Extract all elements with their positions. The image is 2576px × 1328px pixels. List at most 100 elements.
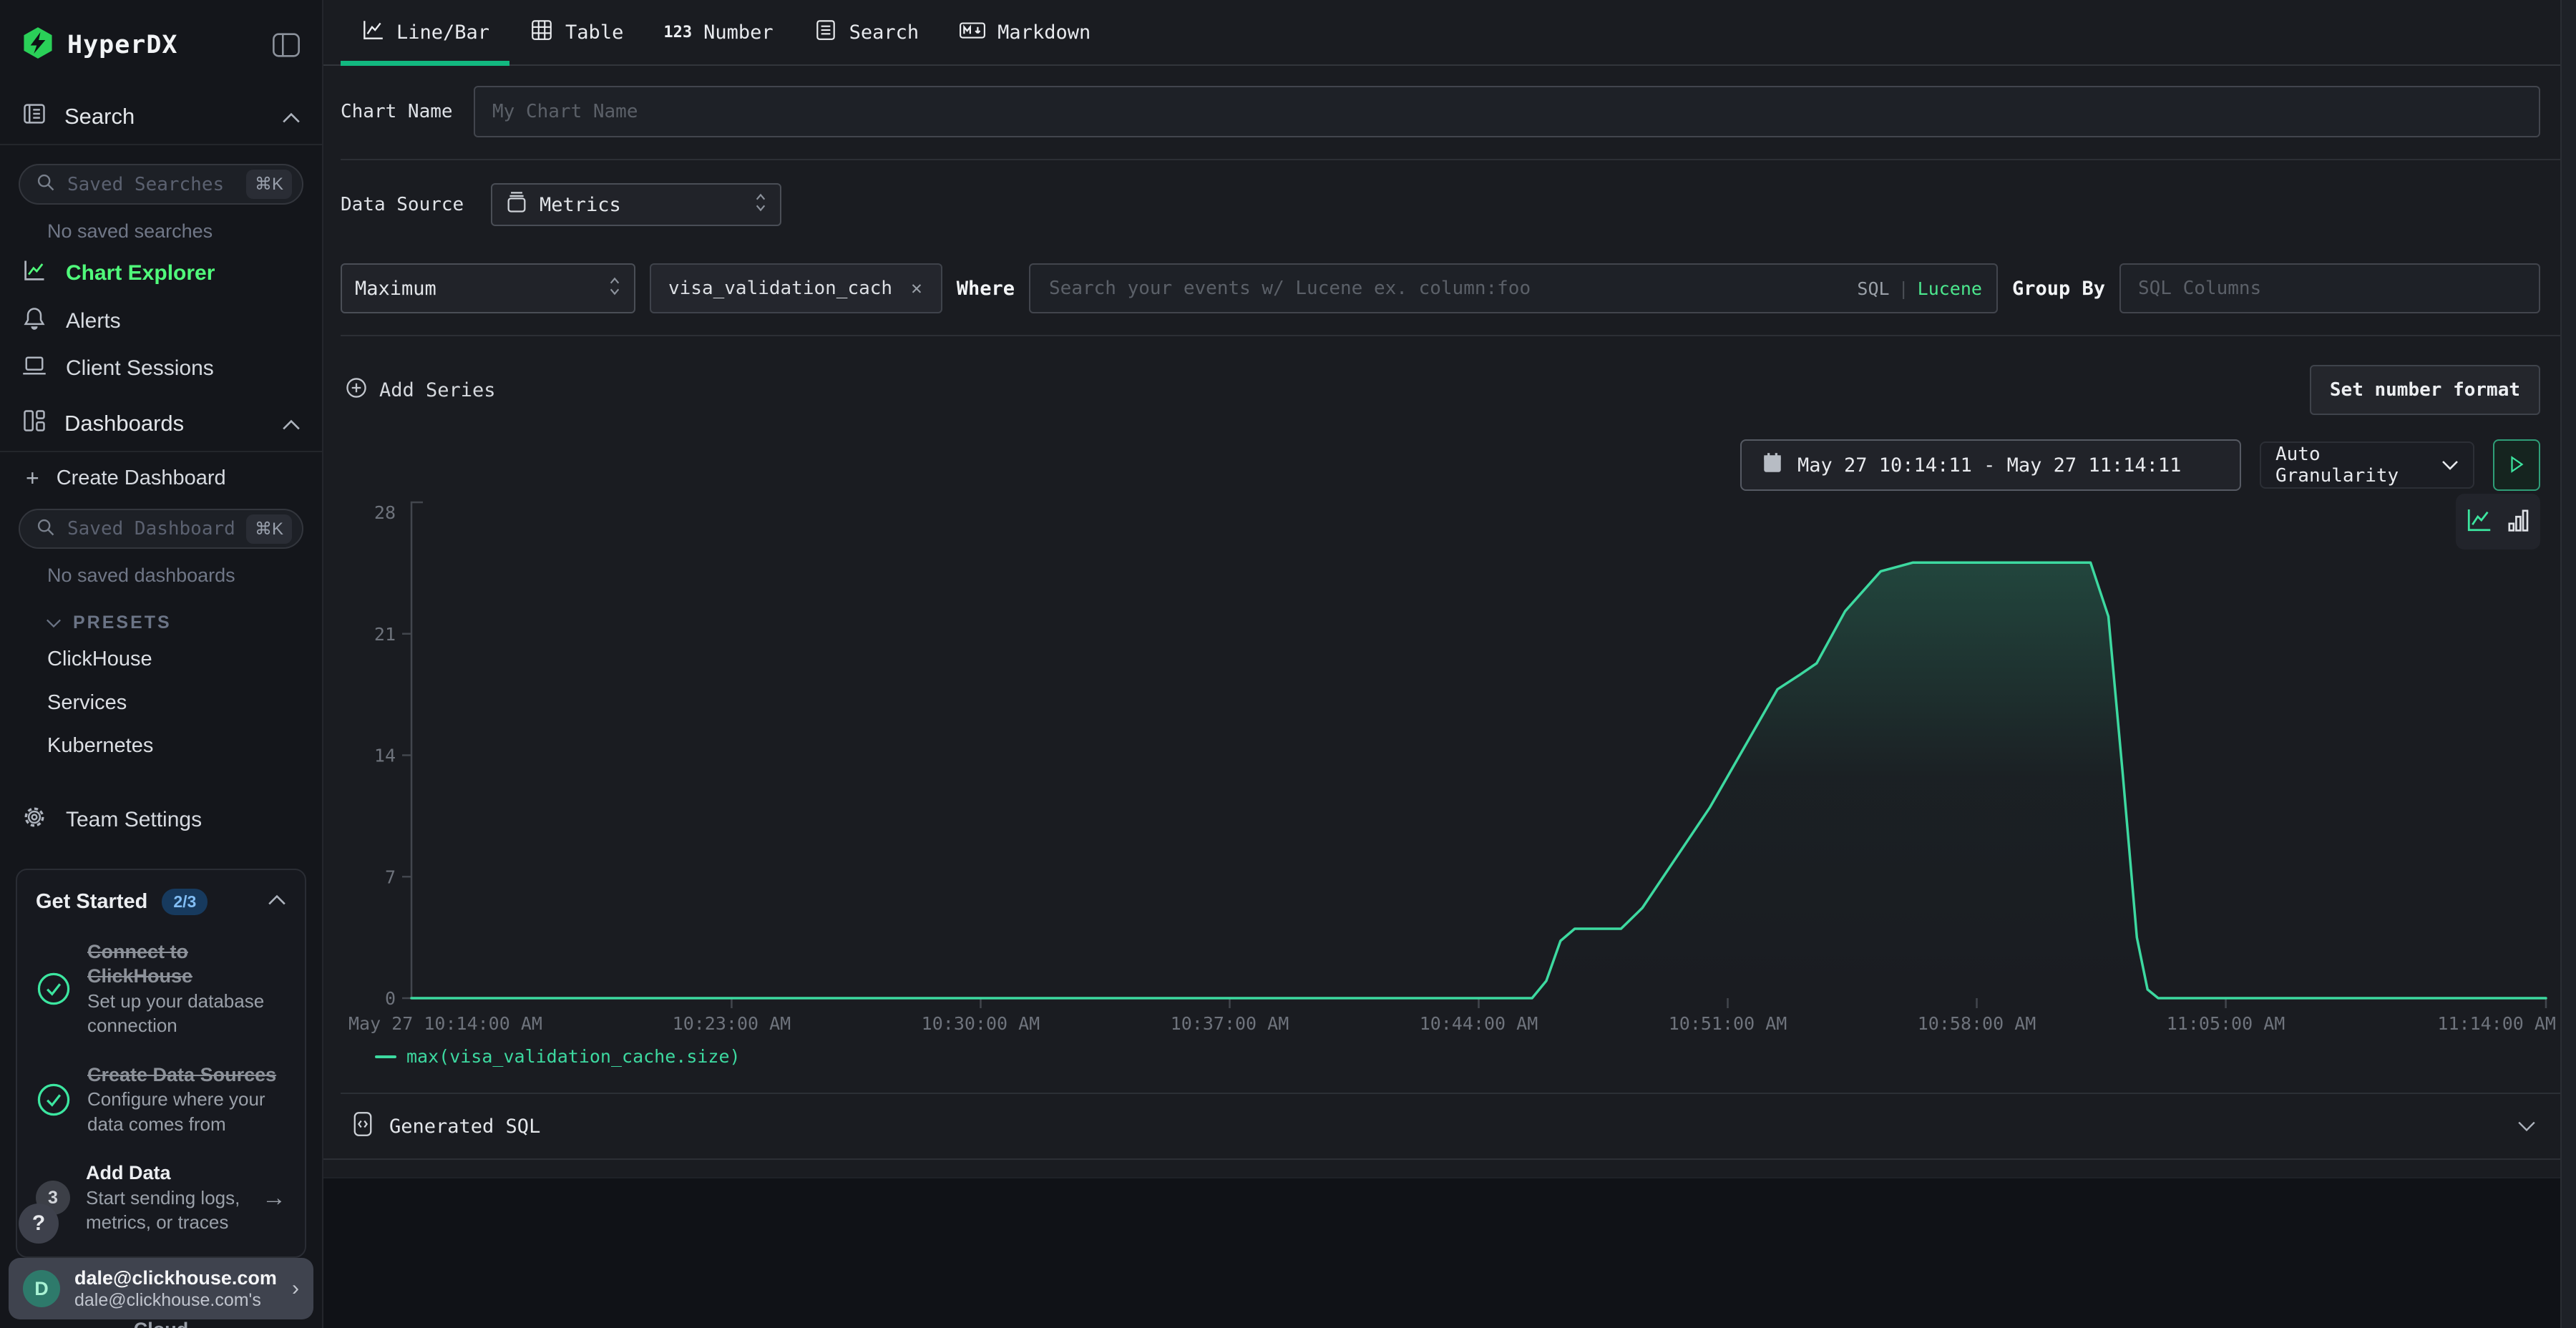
check-circle-icon bbox=[36, 1082, 72, 1118]
markdown-icon bbox=[959, 18, 986, 47]
remove-metric-icon[interactable]: ✕ bbox=[907, 277, 927, 300]
get-started-step-datasources[interactable]: Create Data Sources Configure where your… bbox=[36, 1063, 286, 1137]
search-section-icon bbox=[21, 101, 47, 132]
bar-chart-toggle-icon[interactable] bbox=[2506, 506, 2532, 537]
data-source-select[interactable]: Metrics bbox=[491, 183, 781, 226]
gear-icon bbox=[21, 804, 47, 836]
add-series-label: Add Series bbox=[379, 379, 496, 401]
create-dashboard-button[interactable]: + Create Dashboard bbox=[0, 452, 322, 504]
search-section-label: Search bbox=[64, 104, 265, 130]
kbd-shortcut: ⌘K bbox=[246, 170, 292, 199]
svg-text:28: 28 bbox=[374, 502, 396, 523]
saved-dashboards-input[interactable] bbox=[66, 517, 236, 540]
aggregation-select[interactable]: Maximum bbox=[341, 263, 635, 313]
number-123-icon: 123 bbox=[663, 24, 692, 42]
svg-text:May 27 10:14:00 AM: May 27 10:14:00 AM bbox=[348, 1013, 542, 1034]
line-chart-toggle-icon[interactable] bbox=[2464, 506, 2493, 537]
chart-name-label: Chart Name bbox=[341, 101, 474, 122]
set-number-format-button[interactable]: Set number format bbox=[2310, 365, 2540, 415]
collapse-sidebar-icon[interactable] bbox=[272, 32, 301, 58]
saved-searches-input[interactable] bbox=[66, 173, 236, 196]
presets-toggle[interactable]: PRESETS bbox=[46, 612, 322, 633]
run-query-button[interactable] bbox=[2493, 439, 2540, 491]
search-icon bbox=[36, 172, 56, 196]
svg-text:11:14:00 AM: 11:14:00 AM bbox=[2437, 1013, 2556, 1034]
get-started-header[interactable]: Get Started 2/3 bbox=[36, 889, 286, 915]
sidebar-header: HyperDX bbox=[0, 0, 322, 89]
step-title: Create Data Sources bbox=[87, 1064, 276, 1085]
saved-dashboards-search[interactable]: ⌘K bbox=[19, 509, 303, 550]
sidebar-section-dashboards[interactable]: Dashboards bbox=[0, 396, 322, 452]
chart-type-tabbar: Line/Bar Table 123 Number Search bbox=[323, 0, 2560, 66]
page-background bbox=[323, 1177, 2576, 1328]
svg-text:10:37:00 AM: 10:37:00 AM bbox=[1171, 1013, 1289, 1034]
tab-search[interactable]: Search bbox=[794, 0, 940, 64]
tab-table[interactable]: Table bbox=[509, 0, 643, 64]
chevron-up-icon bbox=[282, 104, 301, 130]
select-updown-icon bbox=[754, 192, 767, 218]
sidebar-item-chart-explorer[interactable]: Chart Explorer bbox=[0, 250, 322, 297]
saved-searches-search[interactable]: ⌘K bbox=[19, 164, 303, 205]
tab-label: Markdown bbox=[997, 21, 1091, 44]
tab-line-bar[interactable]: Line/Bar bbox=[341, 0, 509, 64]
date-range-picker[interactable]: May 27 10:14:11 - May 27 11:14:11 bbox=[1740, 439, 2241, 491]
tab-label: Number bbox=[703, 21, 774, 44]
where-input[interactable] bbox=[1048, 277, 1848, 300]
where-label: Where bbox=[957, 278, 1015, 300]
add-series-button[interactable]: Add Series bbox=[341, 376, 500, 405]
tab-markdown[interactable]: Markdown bbox=[939, 0, 1111, 64]
get-started-title: Get Started bbox=[36, 890, 147, 914]
svg-text:11:05:00 AM: 11:05:00 AM bbox=[2167, 1013, 2285, 1034]
chart-name-input[interactable] bbox=[474, 86, 2540, 137]
timeseries-chart[interactable]: 07142128May 27 10:14:00 AM10:23:00 AM10:… bbox=[341, 488, 2559, 1039]
step-title: Add Data bbox=[86, 1162, 171, 1183]
no-saved-dashboards-text: No saved dashboards bbox=[47, 565, 322, 587]
data-source-value: Metrics bbox=[540, 194, 743, 216]
date-range-value: May 27 10:14:11 - May 27 11:14:11 bbox=[1797, 454, 2181, 477]
user-area: D dale@clickhouse.com dale@clickhouse.co… bbox=[0, 1258, 322, 1328]
dashboards-grid-icon bbox=[21, 408, 47, 439]
line-chart-icon bbox=[361, 18, 385, 47]
svg-text:7: 7 bbox=[385, 866, 396, 887]
preset-services[interactable]: Services bbox=[0, 681, 322, 725]
sidebar-section-search[interactable]: Search bbox=[0, 89, 322, 145]
help-button[interactable]: ? bbox=[19, 1204, 59, 1244]
sidebar-item-label: Client Sessions bbox=[66, 356, 214, 381]
sidebar-item-team-settings[interactable]: Team Settings bbox=[0, 796, 322, 844]
org-label-cut: Cloud bbox=[0, 1319, 322, 1328]
get-started-step-connect[interactable]: Connect to ClickHouse Set up your databa… bbox=[36, 939, 286, 1038]
svg-text:10:44:00 AM: 10:44:00 AM bbox=[1420, 1013, 1538, 1034]
group-by-input[interactable] bbox=[2119, 263, 2540, 313]
step-desc: Set up your database connection bbox=[87, 990, 264, 1037]
chart-toolbar: May 27 10:14:11 - May 27 11:14:11 Auto G… bbox=[323, 439, 2560, 491]
user-menu-button[interactable]: D dale@clickhouse.com dale@clickhouse.co… bbox=[9, 1258, 313, 1319]
scrollbar[interactable] bbox=[2560, 0, 2576, 1328]
sidebar-item-alerts[interactable]: Alerts bbox=[0, 297, 322, 344]
get-started-step-add-data[interactable]: 3 Add Data Start sending logs, metrics, … bbox=[36, 1161, 286, 1235]
team-settings-label: Team Settings bbox=[66, 808, 202, 832]
language-sql-toggle[interactable]: SQL bbox=[1857, 278, 1889, 299]
tab-number[interactable]: 123 Number bbox=[643, 0, 793, 64]
preset-kubernetes[interactable]: Kubernetes bbox=[0, 725, 322, 768]
step-desc: Start sending logs, metrics, or traces bbox=[86, 1187, 240, 1234]
brand-name: HyperDX bbox=[67, 31, 178, 59]
calendar-icon bbox=[1762, 451, 1783, 479]
metric-field-tag[interactable]: visa_validation_cach ✕ bbox=[650, 263, 942, 313]
tab-label: Table bbox=[565, 21, 623, 44]
sidebar-item-client-sessions[interactable]: Client Sessions bbox=[0, 345, 322, 392]
language-lucene-toggle[interactable]: Lucene bbox=[1918, 278, 1982, 299]
generated-sql-toggle[interactable]: Generated SQL bbox=[323, 1094, 2560, 1160]
metric-tag-label: visa_validation_cach bbox=[668, 278, 892, 299]
granularity-value: Auto Granularity bbox=[2275, 444, 2431, 487]
generated-sql-label: Generated SQL bbox=[389, 1115, 2502, 1138]
preset-clickhouse[interactable]: ClickHouse bbox=[0, 638, 322, 681]
legend-swatch bbox=[375, 1055, 396, 1058]
brand[interactable]: HyperDX bbox=[21, 26, 272, 63]
chart-legend[interactable]: max(visa_validation_cache.size) bbox=[375, 1046, 2559, 1067]
legend-label: max(visa_validation_cache.size) bbox=[406, 1046, 741, 1067]
granularity-select[interactable]: Auto Granularity bbox=[2260, 441, 2474, 489]
divider bbox=[341, 335, 2560, 336]
table-icon bbox=[530, 18, 554, 47]
avatar: D bbox=[23, 1270, 60, 1307]
user-org-line: dale@clickhouse.com's bbox=[74, 1290, 261, 1310]
